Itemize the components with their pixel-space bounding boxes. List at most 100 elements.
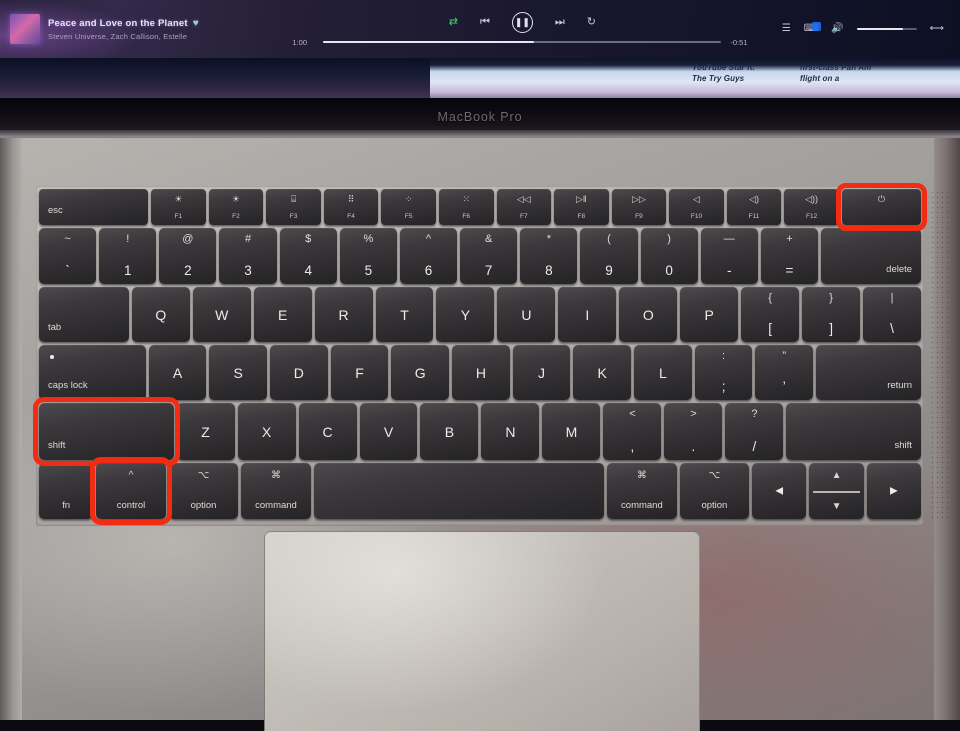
key-command-left[interactable]: ⌘ command [241, 463, 311, 519]
key-7[interactable]: & 7 [460, 228, 518, 284]
key-p[interactable]: P [680, 287, 739, 342]
connect-device-icon[interactable]: ⌨ [804, 22, 822, 34]
key-b[interactable]: B [420, 403, 479, 460]
seek-slider[interactable] [323, 40, 722, 44]
key-arrow-right[interactable]: ▶ [866, 463, 921, 519]
key-4[interactable]: $4 [279, 228, 337, 284]
fullscreen-icon[interactable]: ⟷ [930, 24, 944, 34]
key-label-f8: F8 [577, 213, 586, 220]
key-a[interactable]: A [148, 345, 207, 400]
repeat-icon[interactable]: ↻ [587, 16, 596, 28]
key-space[interactable] [313, 463, 605, 519]
key-h[interactable]: H [452, 345, 510, 400]
key-w[interactable]: W [192, 287, 251, 342]
key-semicolon[interactable]: :; [694, 345, 753, 400]
key-o[interactable]: O [619, 287, 678, 342]
key-backslash[interactable]: | \ [863, 287, 921, 342]
key-option-left[interactable]: ⌥ option [168, 463, 239, 519]
key-shift-right[interactable]: shift [786, 403, 921, 460]
key-u[interactable]: U [497, 287, 556, 342]
key-equal[interactable]: + = [760, 228, 819, 284]
key-f6[interactable]: ⁙ F6 [438, 189, 494, 225]
laptop-external-screen: Peace and Love on the Planet ♥ Steven Un… [0, 0, 960, 58]
key-f9[interactable]: ▷▷ F9 [611, 189, 667, 225]
key-shift-left[interactable]: shift [33, 397, 180, 466]
skip-previous-icon[interactable]: ⏮ [480, 16, 490, 28]
key-arrow-up-down[interactable]: ▲ ▼ [809, 463, 864, 519]
key-option-right[interactable]: ⌥ option [679, 463, 750, 519]
key-f4[interactable]: ⠿ F4 [323, 189, 379, 225]
key-f[interactable]: F [330, 345, 389, 400]
key-s[interactable]: S [209, 345, 268, 400]
browser-snippet-a[interactable]: YouTube Star ft. The Try Guys [692, 62, 755, 84]
key-f2[interactable]: ☀ F2 [208, 189, 264, 225]
key-bracket-right[interactable]: }] [802, 287, 861, 342]
key-5[interactable]: % 5 [339, 228, 397, 284]
skip-next-icon[interactable]: ⏭ [555, 16, 565, 28]
key-q[interactable]: Q [131, 287, 190, 342]
key-3[interactable]: #3 [219, 228, 277, 284]
key-d[interactable]: D [270, 345, 328, 400]
key-esc[interactable]: esc [39, 189, 149, 225]
key-tab[interactable]: tab [39, 287, 129, 342]
key-f5[interactable]: ⁘ F5 [381, 189, 436, 225]
key-f3[interactable]: ⌸ F3 [266, 189, 321, 225]
key-i[interactable]: I [558, 287, 617, 342]
key-minus[interactable]: — - [700, 228, 758, 284]
key-j[interactable]: J [512, 345, 571, 400]
key-letter-m: M [565, 423, 578, 440]
key-2[interactable]: @2 [159, 228, 217, 284]
queue-icon[interactable]: ☰ [782, 24, 791, 34]
key-f10[interactable]: ◁ F10 [669, 189, 724, 225]
key-m[interactable]: M [542, 403, 601, 460]
key-v[interactable]: V [359, 403, 418, 460]
key-y[interactable]: Y [436, 287, 495, 342]
key-fn[interactable]: fn [39, 463, 94, 519]
browser-snippet-b[interactable]: first-class Pan Am flight on a [800, 62, 871, 84]
key-9[interactable]: (9 [580, 228, 638, 284]
key-f7[interactable]: ◁◁ F7 [496, 189, 552, 225]
key-l[interactable]: L [634, 345, 692, 400]
key-backtick[interactable]: ~ ` [39, 228, 97, 284]
key-slash[interactable]: ? / [725, 403, 784, 460]
volume-icon[interactable]: 🔊 [831, 24, 843, 34]
key-6[interactable]: ^ 6 [399, 228, 458, 284]
key-bracket-left[interactable]: {[ [741, 287, 800, 342]
key-r[interactable]: R [314, 287, 373, 342]
volume-slider[interactable] [856, 27, 917, 31]
key-command-right[interactable]: ⌘ command [607, 463, 677, 519]
key-quote[interactable]: ”’ [755, 345, 814, 400]
key-n[interactable]: N [481, 403, 540, 460]
key-letter-t: T [400, 306, 409, 323]
key-power[interactable]: ⏻ [835, 183, 927, 231]
key-g[interactable]: G [391, 345, 450, 400]
key-comma[interactable]: <, [603, 403, 662, 460]
key-k[interactable]: K [573, 345, 632, 400]
key-f12[interactable]: ◁)) F12 [784, 189, 839, 225]
shuffle-icon[interactable]: ⇄ [449, 16, 458, 28]
key-z[interactable]: Z [176, 403, 235, 460]
key-1[interactable]: ! 1 [99, 228, 157, 284]
key-return[interactable]: return [816, 345, 922, 400]
trackpad[interactable] [264, 531, 700, 731]
key-x[interactable]: X [237, 403, 296, 460]
rewind-icon: ◁◁ [516, 194, 531, 204]
key-t[interactable]: T [375, 287, 434, 342]
key-caps-lock[interactable]: caps lock [39, 345, 146, 400]
key-f8[interactable]: ▷ǁ F8 [554, 189, 609, 225]
key-period[interactable]: >. [664, 403, 723, 460]
home-key-row: caps lock A S D F G H J K L:;”’ return [39, 345, 922, 400]
key-e[interactable]: E [253, 287, 312, 342]
track-artists[interactable]: Steven Universe, Zach Callison, Estelle [48, 32, 263, 41]
key-control[interactable]: ^ control [90, 457, 172, 525]
key-8[interactable]: * 8 [520, 228, 578, 284]
key-delete[interactable]: delete [821, 228, 922, 284]
key-f1[interactable]: ☀ F1 [151, 189, 206, 225]
heart-icon[interactable]: ♥ [193, 18, 199, 29]
key-label-f11: F11 [748, 213, 760, 220]
pause-icon[interactable]: ❚❚ [511, 11, 533, 33]
key-arrow-left[interactable]: ◀ [752, 463, 807, 519]
key-c[interactable]: C [298, 403, 357, 460]
key-0[interactable]: ) 0 [640, 228, 698, 284]
key-f11[interactable]: ◁) F11 [726, 189, 782, 225]
